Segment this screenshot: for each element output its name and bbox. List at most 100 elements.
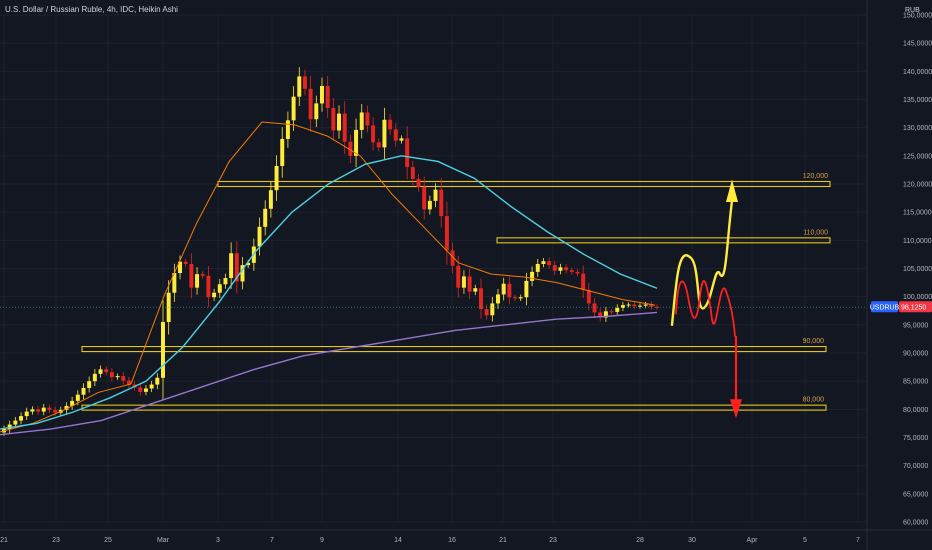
bear-candle xyxy=(393,129,398,141)
bull-candle xyxy=(524,280,529,298)
bear-candle xyxy=(444,216,449,251)
bull-candle xyxy=(263,208,268,227)
bull-candle xyxy=(92,373,97,382)
bear-candle xyxy=(189,263,194,288)
bear-candle xyxy=(325,85,330,108)
bear-candle xyxy=(53,409,58,413)
bear-candle xyxy=(376,142,381,148)
price-tick-label: 150,0000 xyxy=(903,13,932,20)
bear-candle xyxy=(371,125,376,143)
bull-candle xyxy=(490,303,495,316)
price-tick-label: 105,0000 xyxy=(903,266,932,273)
bull-candle xyxy=(19,416,24,421)
bear-candle xyxy=(569,270,574,272)
time-tick-label: 7 xyxy=(270,537,274,544)
bull-candle xyxy=(75,394,80,401)
bull-candle xyxy=(399,138,404,141)
bullish-scenario-path xyxy=(670,199,734,327)
bull-candle xyxy=(30,409,35,412)
time-axis: 21 23 25 Mar 3 7 9 14 16 21 23 28 30 Apr 5 7 xyxy=(0,529,932,544)
price-tick-label: 130,0000 xyxy=(903,125,932,132)
price-tick-label: 140,0000 xyxy=(903,69,932,76)
price-tick-label: 110,0000 xyxy=(903,238,932,245)
bull-candle xyxy=(433,189,438,201)
bear-candle xyxy=(104,369,109,373)
bull-candle xyxy=(24,411,29,417)
bull-candle xyxy=(518,297,523,299)
bear-candle xyxy=(365,112,370,126)
bull-candle xyxy=(149,384,154,389)
bull-candle xyxy=(13,420,18,425)
bull-candle xyxy=(319,85,324,104)
bear-candle xyxy=(592,303,597,313)
bull-candle xyxy=(473,288,478,292)
bull-candle xyxy=(212,292,217,298)
bull-candle xyxy=(268,190,273,209)
bull-candle xyxy=(461,276,466,288)
bear-candle xyxy=(331,107,336,131)
bull-candle xyxy=(501,283,506,295)
time-tick-label: 5 xyxy=(803,537,807,544)
up-arrow-head xyxy=(726,179,738,203)
bear-candle xyxy=(36,409,41,412)
last-price-value: 98,1250 xyxy=(901,305,926,312)
moving-averages xyxy=(0,121,658,436)
bear-candle xyxy=(484,309,489,316)
bull-candle xyxy=(359,112,364,130)
bull-candle xyxy=(161,322,165,378)
bear-candle xyxy=(467,276,472,292)
bear-candle xyxy=(183,261,188,264)
bull-candle xyxy=(217,284,222,293)
bull-candle xyxy=(558,267,563,271)
bear-candle xyxy=(478,288,483,310)
bull-candle xyxy=(285,120,290,139)
bear-candle xyxy=(564,267,569,271)
bull-candle xyxy=(41,407,46,412)
time-tick-label: 9 xyxy=(320,537,324,544)
bull-candle xyxy=(535,263,540,272)
price-tick-label: 145,0000 xyxy=(903,41,932,48)
time-tick-label: 16 xyxy=(448,537,456,544)
time-tick-label: 3 xyxy=(216,537,220,544)
support-resistance-zones: 120,000 110,000 90,000 80,000 xyxy=(81,173,831,411)
bear-candle xyxy=(388,119,393,130)
bull-candle xyxy=(280,138,285,166)
bull-candle xyxy=(615,307,620,312)
price-tick-label: 75,0000 xyxy=(903,435,928,442)
time-tick-label: 7 xyxy=(856,537,860,544)
symbol-tag-label: USDRUB xyxy=(870,305,900,312)
bear-candle xyxy=(121,376,126,381)
bull-candle xyxy=(223,278,228,285)
price-tick-label: 85,0000 xyxy=(903,379,928,386)
bear-candle xyxy=(513,297,518,299)
bull-candle xyxy=(143,388,148,392)
bear-candle xyxy=(206,275,211,298)
time-tick-label: 23 xyxy=(549,537,557,544)
bull-candle xyxy=(274,165,279,191)
zone-label: 80,000 xyxy=(803,397,825,404)
bull-candle xyxy=(530,271,535,281)
bear-candle xyxy=(632,304,637,307)
bull-candle xyxy=(314,103,319,120)
price-axis: 150,0000 145,0000 140,0000 135,0000 130,0000… xyxy=(866,0,932,550)
bear-candle xyxy=(405,138,410,168)
bull-candle xyxy=(291,96,296,121)
price-tick-label: 120,0000 xyxy=(903,182,932,189)
bear-candle xyxy=(200,274,205,276)
time-tick-label: Mar xyxy=(157,537,170,544)
time-tick-label: 14 xyxy=(394,537,402,544)
price-tick-label: 115,0000 xyxy=(903,210,932,217)
bear-candle xyxy=(547,261,552,266)
bear-candle xyxy=(552,265,557,271)
bear-candle xyxy=(609,311,614,313)
bull-candle xyxy=(643,304,648,306)
moving-average-line xyxy=(0,121,656,433)
zone-band xyxy=(81,346,827,353)
zone-label: 120,000 xyxy=(803,173,828,180)
bull-candle xyxy=(637,305,642,307)
price-chart[interactable]: 120,000 110,000 90,000 80,000 150,0000 145,0… xyxy=(0,0,932,550)
bull-candle xyxy=(337,113,342,131)
price-tick-label: 125,0000 xyxy=(903,153,932,160)
bear-candle xyxy=(47,407,52,410)
bear-candle xyxy=(422,186,427,210)
